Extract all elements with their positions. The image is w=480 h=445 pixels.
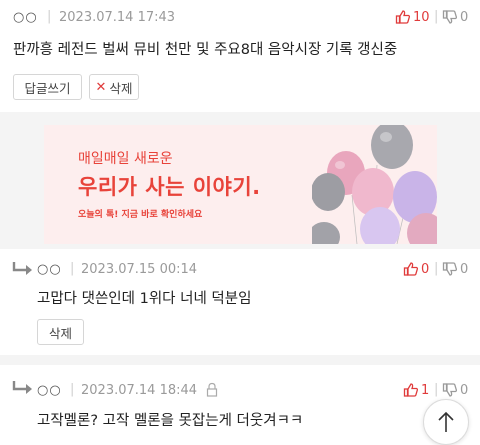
separator: | [70, 261, 75, 276]
separator: | [47, 9, 52, 24]
scroll-top-button[interactable] [423, 399, 469, 445]
close-icon: ✕ [95, 79, 107, 95]
thumbs-up-icon [403, 383, 419, 397]
upvote-button[interactable]: 10 [395, 9, 430, 25]
delete-label: 삭제 [109, 80, 133, 96]
separator: | [434, 261, 439, 276]
lock-icon [206, 382, 218, 397]
separator: | [434, 382, 439, 397]
thumbs-down-icon [442, 383, 458, 397]
reply-date: 2023.07.15 00:14 [81, 262, 198, 277]
comment-date: 2023.07.14 17:43 [59, 10, 176, 25]
downvote-button[interactable]: 0 [442, 9, 468, 25]
ad-headline: 우리가 사는 이야기. [78, 175, 261, 199]
upvote-button[interactable]: 0 [403, 261, 429, 277]
balloons-image [312, 125, 437, 244]
reply-arrow-icon [12, 262, 32, 275]
downvote-button[interactable]: 0 [442, 261, 468, 277]
downvote-count: 0 [460, 382, 469, 398]
upvote-button[interactable]: 1 [403, 382, 429, 398]
upvote-count: 10 [413, 9, 430, 25]
comment-text: 판까흥 레전드 벌써 뮤비 천만 및 주요8대 음악시장 기록 갱신중 [13, 42, 398, 58]
reply-2: ○○ | 2023.07.14 18:44 1 | 0 고작멜론? 고작 멜론을… [0, 365, 480, 439]
reply-button[interactable]: 답글쓰기 [13, 74, 82, 100]
comment-1: ○○ | 2023.07.14 17:43 10 | 0 판까흥 레전드 벌써 … [0, 0, 480, 112]
delete-label: 삭제 [48, 325, 72, 341]
reply-1: ○○ | 2023.07.15 00:14 0 | 0 고맙다 댓쓴인데 1위다… [0, 249, 480, 355]
thumbs-up-icon [395, 10, 411, 24]
thumbs-down-icon [442, 262, 458, 276]
downvote-count: 0 [460, 261, 469, 277]
ad-headline-small: 매일매일 새로운 [78, 151, 173, 167]
downvote-count: 0 [460, 9, 469, 25]
thumbs-up-icon [403, 262, 419, 276]
separator: | [434, 9, 439, 24]
reply-author: ○○ [37, 383, 62, 398]
comment-author: ○○ [13, 10, 38, 25]
arrow-up-icon [438, 411, 454, 432]
separator: | [70, 382, 75, 397]
upvote-count: 0 [421, 261, 430, 277]
ad-banner[interactable]: 매일매일 새로운 우리가 사는 이야기. 오늘의 톡! 지금 바로 확인하세요 [44, 125, 437, 244]
reply-date: 2023.07.14 18:44 [81, 383, 198, 398]
upvote-count: 1 [421, 382, 430, 398]
reply-text: 고작멜론? 고작 멜론을 못잡는게 더웃겨ㅋㅋ [37, 413, 304, 429]
delete-button[interactable]: 삭제 [37, 319, 84, 345]
delete-button[interactable]: ✕ 삭제 [89, 74, 139, 100]
reply-label: 답글쓰기 [24, 80, 71, 96]
ad-subline: 오늘의 톡! 지금 바로 확인하세요 [78, 210, 203, 220]
reply-arrow-icon [12, 381, 32, 394]
thumbs-down-icon [442, 10, 458, 24]
divider [0, 355, 480, 365]
downvote-button[interactable]: 0 [442, 382, 468, 398]
reply-author: ○○ [37, 262, 62, 277]
reply-text: 고맙다 댓쓴인데 1위다 너네 덕분임 [37, 291, 252, 307]
